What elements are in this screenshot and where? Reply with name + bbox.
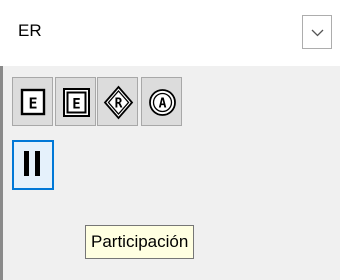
entity-glyph: E xyxy=(28,95,37,113)
relationship-glyph: R xyxy=(115,97,123,112)
attribute-icon: A xyxy=(149,89,176,116)
identifying-relationship-tool-button[interactable]: R xyxy=(97,77,138,126)
diagram-type-value: ER xyxy=(18,21,42,40)
identifying-relationship-icon: R xyxy=(103,85,134,120)
participation-tool-button[interactable] xyxy=(12,140,54,190)
weak-entity-tool-button[interactable]: E xyxy=(55,77,96,126)
dropdown-button[interactable] xyxy=(302,15,332,49)
participation-icon xyxy=(24,151,40,176)
participation-tooltip: Participación xyxy=(85,225,195,259)
weak-entity-icon: E xyxy=(63,88,90,117)
entity-icon: E xyxy=(20,88,46,116)
diagram-type-select[interactable]: ER xyxy=(0,0,340,67)
weak-entity-glyph: E xyxy=(72,97,80,113)
chevron-down-icon xyxy=(311,29,324,37)
attribute-glyph: A xyxy=(159,97,167,112)
entity-tool-button[interactable]: E xyxy=(12,77,53,126)
attribute-tool-button[interactable]: A xyxy=(141,77,182,126)
